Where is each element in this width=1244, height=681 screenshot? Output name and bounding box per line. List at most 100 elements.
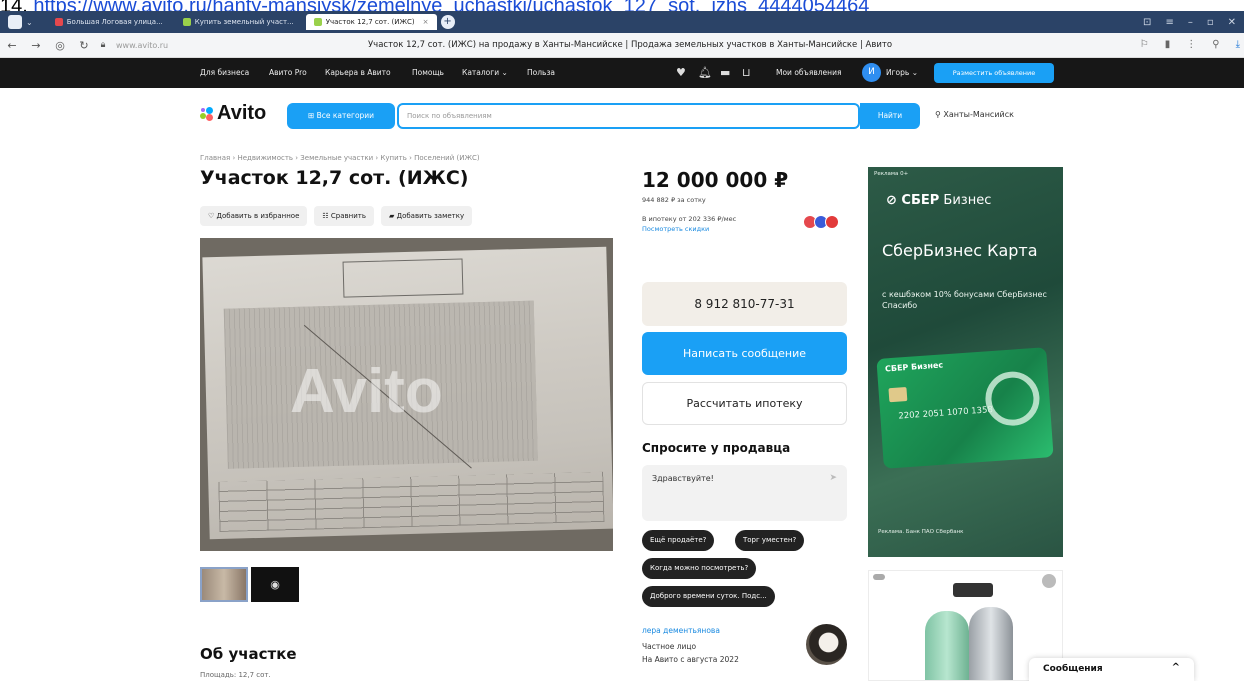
- ask-seller-input[interactable]: Здравствуйте! ➤: [642, 465, 847, 521]
- quick-question-chip[interactable]: Ещё продаёте?: [642, 530, 715, 551]
- city-selector[interactable]: ⚲ Ханты-Мансийск: [935, 110, 1014, 119]
- favorites-heart-icon[interactable]: ♥: [676, 66, 686, 79]
- calc-mortgage-button[interactable]: Рассчитать ипотеку: [642, 382, 847, 425]
- cart-icon[interactable]: ⊔: [742, 66, 751, 79]
- avito-logo-text: Avito: [217, 102, 267, 124]
- compare-icon: ☷: [322, 212, 331, 220]
- ad-subtitle: с кешбэком 10% бонусами СберБизнес Спаси…: [882, 290, 1047, 310]
- bank-logo-icon: [825, 215, 839, 229]
- find-button[interactable]: Найти: [860, 103, 920, 129]
- ad-tag: Реклама 0+: [874, 171, 909, 177]
- address-domain[interactable]: www.avito.ru: [116, 41, 168, 50]
- main-photo[interactable]: Avito: [200, 238, 613, 551]
- seller-avatar[interactable]: [806, 624, 847, 665]
- bank-logos[interactable]: [803, 215, 839, 229]
- quick-question-chip[interactable]: Доброго времени суток. Подс...: [642, 586, 775, 607]
- extensions-icon[interactable]: ⚲: [1212, 39, 1219, 50]
- nav-business[interactable]: Для бизнеса: [200, 68, 249, 77]
- city-label: Ханты-Мансийск: [943, 110, 1014, 119]
- card-number: 2202 2051 1070 1358: [898, 405, 994, 422]
- close-window-icon[interactable]: ✕: [1228, 17, 1236, 28]
- photo-watermark: Avito: [290, 357, 443, 426]
- bookmark-icon[interactable]: ▮: [1165, 39, 1171, 50]
- ask-seller-title: Спросите у продавца: [642, 441, 791, 455]
- back-icon[interactable]: ←: [0, 39, 24, 52]
- nav-catalogs[interactable]: Каталоги ⌄: [462, 68, 508, 77]
- avito-favicon-icon: [313, 18, 322, 26]
- add-note-button[interactable]: ▰ Добавить заметку: [381, 206, 473, 226]
- nav-user-menu[interactable]: Игорь ⌄: [886, 68, 918, 77]
- bookmark-tabs-icon[interactable]: ⊡: [1143, 17, 1151, 28]
- add-favorite-button[interactable]: ♡ Добавить в избранное: [200, 206, 308, 226]
- address-bar: ← → ◎ ↻ 🔒︎ www.avito.ru Участок 12,7 сот…: [0, 33, 1244, 58]
- tab-yandex-maps[interactable]: Большая Логовая улица...: [47, 14, 171, 30]
- add-favorite-label: Добавить в избранное: [216, 212, 300, 220]
- download-icon[interactable]: ⤓: [1236, 39, 1240, 50]
- reader-icon[interactable]: ⚐: [1140, 39, 1149, 50]
- messages-widget[interactable]: Сообщения ^: [1029, 658, 1194, 681]
- nav-help[interactable]: Помощь: [412, 68, 444, 77]
- nav-benefit[interactable]: Польза: [527, 68, 555, 77]
- messages-icon[interactable]: ▬: [720, 66, 730, 79]
- ad-fine-print: Реклама. Банк ПАО Сбербанк: [878, 529, 964, 535]
- browser-logo-icon[interactable]: [8, 15, 22, 29]
- write-message-button[interactable]: Написать сообщение: [642, 332, 847, 375]
- forward-icon[interactable]: →: [24, 39, 48, 52]
- chevron-up-icon[interactable]: ^: [1172, 662, 1180, 673]
- search-input[interactable]: Поиск по объявлениям: [397, 103, 860, 129]
- breadcrumb[interactable]: Главная › Недвижимость › Земельные участ…: [200, 154, 480, 162]
- about-area: Площадь: 12,7 сот.: [200, 671, 271, 679]
- spray-gun-image: [953, 583, 993, 597]
- ad-brand: ⊘ СБЕР Бизнес: [886, 193, 991, 208]
- address-actions: ⚐ ▮ ⋮ ⚲ ⤓: [1140, 39, 1240, 50]
- card-chip-icon: [888, 387, 908, 403]
- notifications-bell-icon[interactable]: 🔔︎: [698, 66, 712, 79]
- compare-label: Сравнить: [330, 212, 366, 220]
- user-avatar[interactable]: И: [862, 63, 881, 82]
- photo-thumbnail[interactable]: [200, 567, 248, 602]
- document-table: [218, 471, 605, 532]
- offers-link[interactable]: Посмотреть скидки: [642, 225, 709, 233]
- tab-current-listing[interactable]: Участок 12,7 сот. (ИЖС) ×: [305, 14, 437, 30]
- window-controls: ⊡ ≡ – ▫ ✕: [1143, 17, 1244, 28]
- minimize-icon[interactable]: –: [1188, 17, 1193, 28]
- menu-icon[interactable]: ≡: [1165, 17, 1173, 28]
- shield-icon[interactable]: ◎: [48, 39, 72, 52]
- messages-label: Сообщения: [1043, 664, 1103, 674]
- send-icon[interactable]: ➤: [829, 473, 837, 483]
- more-icon[interactable]: ⋮: [1186, 39, 1196, 50]
- close-tab-icon[interactable]: ×: [423, 18, 429, 26]
- all-categories-button[interactable]: ⊞ Все категории: [287, 103, 395, 129]
- new-tab-button[interactable]: +: [440, 15, 455, 29]
- seller-name[interactable]: лера дементьянова: [642, 626, 720, 635]
- browser-tabbar: ⌄ Большая Логовая улица... Купить земель…: [0, 11, 1244, 33]
- address-page-title[interactable]: Участок 12,7 сот. (ИЖС) на продажу в Хан…: [368, 40, 892, 50]
- ad-headline: СберБизнес Карта: [882, 241, 1038, 260]
- grid-icon: ⊞: [307, 111, 317, 120]
- sber-ad-banner[interactable]: Реклама 0+ ⊘ СБЕР Бизнес СберБизнес Карт…: [868, 167, 1063, 557]
- avito-favicon-icon: [182, 18, 191, 26]
- nav-career[interactable]: Карьера в Авито: [325, 68, 391, 77]
- nav-my-ads[interactable]: Мои объявления: [776, 68, 841, 77]
- quick-question-chip[interactable]: Когда можно посмотреть?: [642, 558, 757, 579]
- ad-brand-thin: Бизнес: [939, 193, 992, 208]
- tab-buy-land[interactable]: Купить земельный участ...: [175, 14, 302, 30]
- ask-seller-text: Здравствуйте!: [652, 474, 714, 483]
- about-section-title: Об участке: [200, 645, 297, 663]
- tab-label: Купить земельный участ...: [194, 18, 294, 26]
- quick-question-chip[interactable]: Торг уместен?: [735, 530, 805, 551]
- add-note-label: Добавить заметку: [396, 212, 465, 220]
- phone-button[interactable]: 8 912 810-77-31: [642, 282, 847, 326]
- info-icon[interactable]: [1042, 574, 1056, 588]
- nav-avito-pro[interactable]: Авито Pro: [269, 68, 307, 77]
- avito-logo[interactable]: Avito: [200, 102, 266, 125]
- tabs-menu-icon[interactable]: ⌄: [26, 18, 33, 27]
- all-categories-label: Все категории: [316, 111, 375, 120]
- post-ad-button[interactable]: Разместить объявление: [934, 63, 1054, 83]
- map-pin-icon: [54, 18, 63, 26]
- video-thumbnail[interactable]: ◉: [251, 567, 299, 602]
- maximize-icon[interactable]: ▫: [1207, 17, 1214, 28]
- reload-icon[interactable]: ↻: [72, 39, 96, 52]
- ad-tag: [873, 574, 886, 580]
- compare-button[interactable]: ☷ Сравнить: [314, 206, 374, 226]
